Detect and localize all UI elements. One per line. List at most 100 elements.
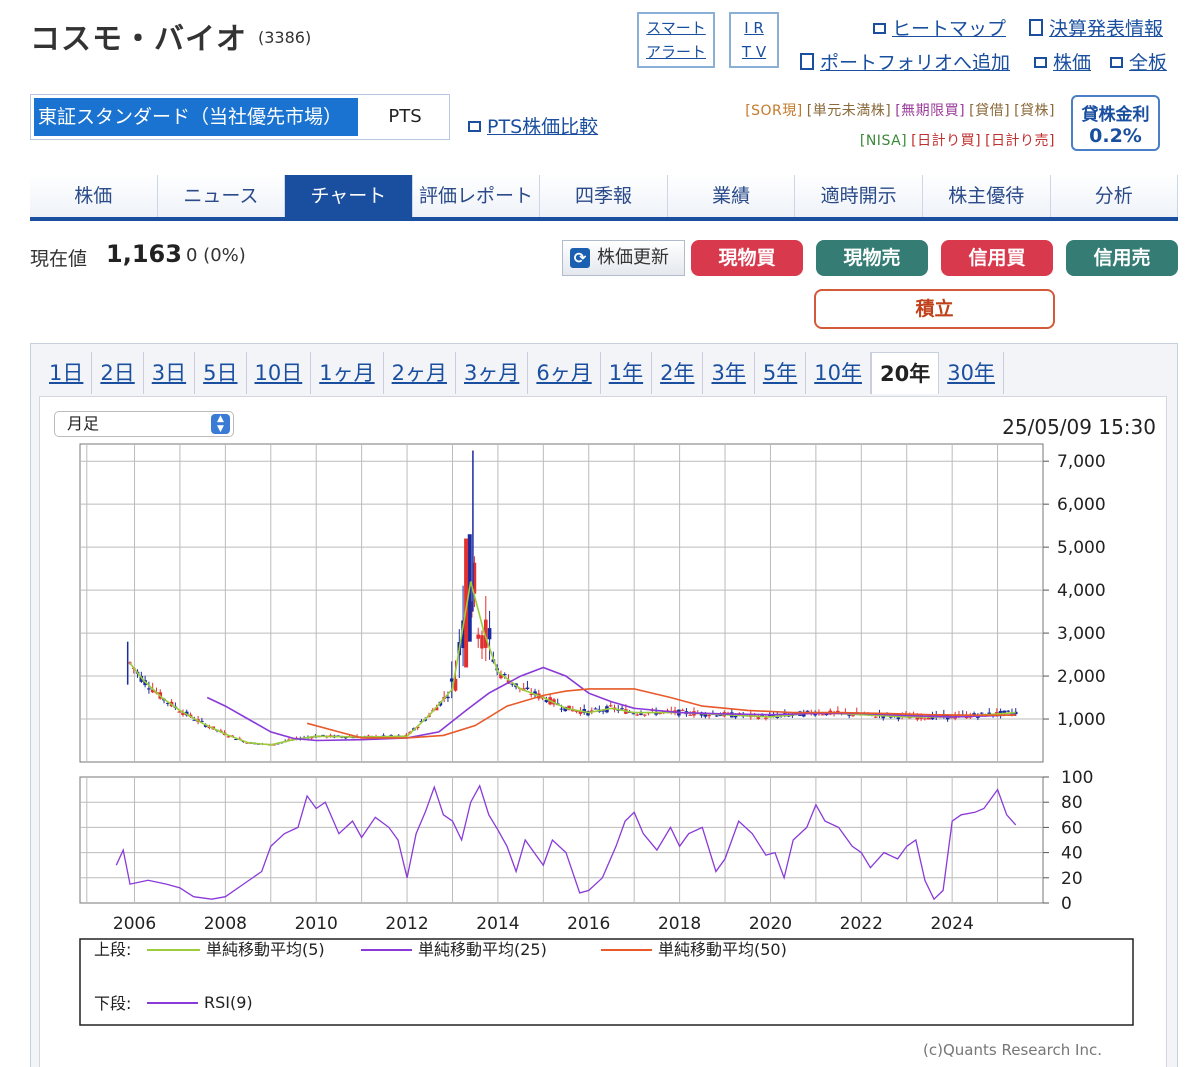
legend-rsi-label: RSI(9) bbox=[204, 993, 253, 1012]
period-3[interactable]: 5日 bbox=[195, 352, 247, 394]
legend-lower-label: 下段: bbox=[94, 994, 131, 1013]
spot-sell-button[interactable]: 現物売 bbox=[816, 240, 928, 276]
tab-5[interactable]: 業績 bbox=[667, 175, 796, 217]
period-8[interactable]: 6ヶ月 bbox=[528, 352, 601, 394]
candle-body bbox=[449, 678, 454, 682]
candle-body bbox=[476, 634, 481, 639]
period-5[interactable]: 1ヶ月 bbox=[311, 352, 384, 394]
board-link[interactable]: 全板 bbox=[1110, 48, 1167, 75]
lending-rate-badge[interactable]: 貸株金利 0.2% bbox=[1071, 95, 1160, 151]
candle-body bbox=[635, 714, 640, 716]
legend-sma25-label: 単純移動平均(25) bbox=[418, 940, 547, 959]
period-4[interactable]: 10日 bbox=[247, 352, 312, 394]
candle-body bbox=[923, 718, 927, 720]
price-chart-svg: 2006 2008 2010 2012 2014 2016 2018 2020 2022 2024… bbox=[79, 443, 1134, 1026]
price-link[interactable]: 株価 bbox=[1034, 48, 1091, 75]
rsi-tick-label: 80 bbox=[1061, 793, 1083, 813]
rsi-plot-frame bbox=[79, 776, 1044, 904]
candle-body bbox=[707, 715, 711, 717]
period-0[interactable]: 1日 bbox=[41, 352, 93, 394]
ir-tv-button[interactable]: I R T V bbox=[729, 12, 779, 68]
chart-copyright: (c)Quants Research Inc. bbox=[923, 1041, 1102, 1059]
candle-body bbox=[756, 717, 761, 719]
lending-rate-value: 0.2% bbox=[1089, 125, 1142, 147]
x-tick-label: 2010 bbox=[295, 914, 338, 934]
period-11[interactable]: 3年 bbox=[703, 352, 755, 394]
rsi-line bbox=[115, 784, 1017, 901]
y-tick-label: 3,000 bbox=[1057, 624, 1106, 644]
tab-6[interactable]: 適時開示 bbox=[795, 175, 923, 217]
refresh-price-button[interactable]: ⟳ 株価更新 bbox=[562, 240, 685, 276]
period-9[interactable]: 1年 bbox=[601, 352, 653, 394]
x-tick-label: 2024 bbox=[931, 914, 974, 934]
x-tick-label: 2012 bbox=[385, 914, 428, 934]
margin-buy-button[interactable]: 信用買 bbox=[941, 240, 1053, 276]
market-pts[interactable]: PTS bbox=[361, 95, 449, 139]
candle-body bbox=[639, 713, 643, 715]
main-tabs: 株価 ニュース チャート 評価レポート 四季報 業績 適時開示 株主優待 分析 bbox=[30, 175, 1179, 221]
candle-body bbox=[620, 708, 624, 710]
x-tick-label: 2006 bbox=[113, 914, 156, 934]
chart-area: 月足 ▲ ▼ 25/05/09 15:30 2006 2008 2010 2012 2014… bbox=[39, 396, 1167, 1067]
legend-upper-label: 上段: bbox=[94, 940, 131, 959]
period-7[interactable]: 3ヶ月 bbox=[456, 352, 529, 394]
tag-indefinite-buy: [無期限買] bbox=[895, 103, 966, 119]
calendar-icon bbox=[1029, 19, 1043, 36]
current-price-label: 現在値 bbox=[30, 248, 88, 270]
candle-body bbox=[851, 715, 855, 717]
candle-body bbox=[525, 687, 530, 689]
tab-0[interactable]: 株価 bbox=[30, 175, 158, 217]
earnings-link[interactable]: 決算発表情報 bbox=[1029, 14, 1163, 41]
market-tse-standard[interactable]: 東証スタンダード（当社優先市場） bbox=[34, 98, 358, 136]
smart-alert-button[interactable]: スマート アラート bbox=[637, 12, 715, 68]
period-13[interactable]: 10年 bbox=[806, 352, 871, 394]
tag-taishaku: [貸借] bbox=[969, 103, 1011, 119]
tab-7[interactable]: 株主優待 bbox=[922, 175, 1051, 217]
y-tick-label: 1,000 bbox=[1057, 710, 1106, 730]
spot-buy-button[interactable]: 現物買 bbox=[691, 240, 803, 276]
external-window-icon bbox=[1034, 57, 1047, 68]
portfolio-link[interactable]: ポートフォリオへ追加 bbox=[800, 48, 1010, 75]
pts-compare-link[interactable]: PTS株価比較 bbox=[468, 112, 598, 139]
x-tick-label: 2014 bbox=[476, 914, 519, 934]
tag-row-1: [SOR現] [単元未満株] [無期限買] [貸借] [貸株] bbox=[741, 100, 1055, 120]
y-tick-label: 2,000 bbox=[1057, 667, 1106, 687]
y-tick-label: 4,000 bbox=[1057, 581, 1106, 601]
tab-4[interactable]: 四季報 bbox=[540, 175, 668, 217]
period-2[interactable]: 3日 bbox=[144, 352, 196, 394]
rsi-tick-label: 40 bbox=[1061, 844, 1083, 864]
candle-body bbox=[926, 717, 931, 720]
candle-body bbox=[873, 716, 878, 718]
candle-body bbox=[559, 708, 564, 710]
candle-body bbox=[177, 711, 181, 713]
tab-1[interactable]: ニュース bbox=[157, 175, 286, 217]
y-tick-label: 5,000 bbox=[1057, 538, 1106, 558]
refresh-icon: ⟳ bbox=[570, 248, 590, 268]
pts-compare-label: PTS株価比較 bbox=[487, 116, 599, 138]
tab-8[interactable]: 分析 bbox=[1050, 175, 1179, 217]
period-14[interactable]: 20年 bbox=[870, 352, 940, 394]
ir-label: I R bbox=[744, 19, 764, 37]
rsi-tick-label: 100 bbox=[1061, 768, 1093, 788]
period-6[interactable]: 2ヶ月 bbox=[384, 352, 456, 394]
legend-sma50-label: 単純移動平均(50) bbox=[658, 940, 787, 959]
period-10[interactable]: 2年 bbox=[652, 352, 704, 394]
external-window-icon bbox=[1110, 57, 1123, 68]
period-1[interactable]: 2日 bbox=[92, 352, 144, 394]
period-15[interactable]: 30年 bbox=[939, 352, 1004, 394]
portfolio-link-label: ポートフォリオへ追加 bbox=[820, 52, 1011, 74]
external-window-icon bbox=[873, 23, 886, 34]
margin-sell-button[interactable]: 信用売 bbox=[1066, 240, 1178, 276]
tsumitate-button[interactable]: 積立 bbox=[814, 289, 1055, 329]
candle-body bbox=[480, 635, 484, 649]
period-12[interactable]: 5年 bbox=[755, 352, 807, 394]
heatmap-link[interactable]: ヒートマップ bbox=[873, 14, 1006, 41]
x-tick-label: 2020 bbox=[749, 914, 792, 934]
tab-2[interactable]: チャート bbox=[285, 175, 413, 217]
tab-3[interactable]: 評価レポート bbox=[412, 175, 541, 217]
x-tick-label: 2018 bbox=[658, 914, 701, 934]
smart-alert-label-2: アラート bbox=[645, 43, 706, 61]
external-window-icon bbox=[468, 121, 481, 132]
candle-body bbox=[446, 696, 450, 699]
candle-body bbox=[979, 712, 984, 714]
